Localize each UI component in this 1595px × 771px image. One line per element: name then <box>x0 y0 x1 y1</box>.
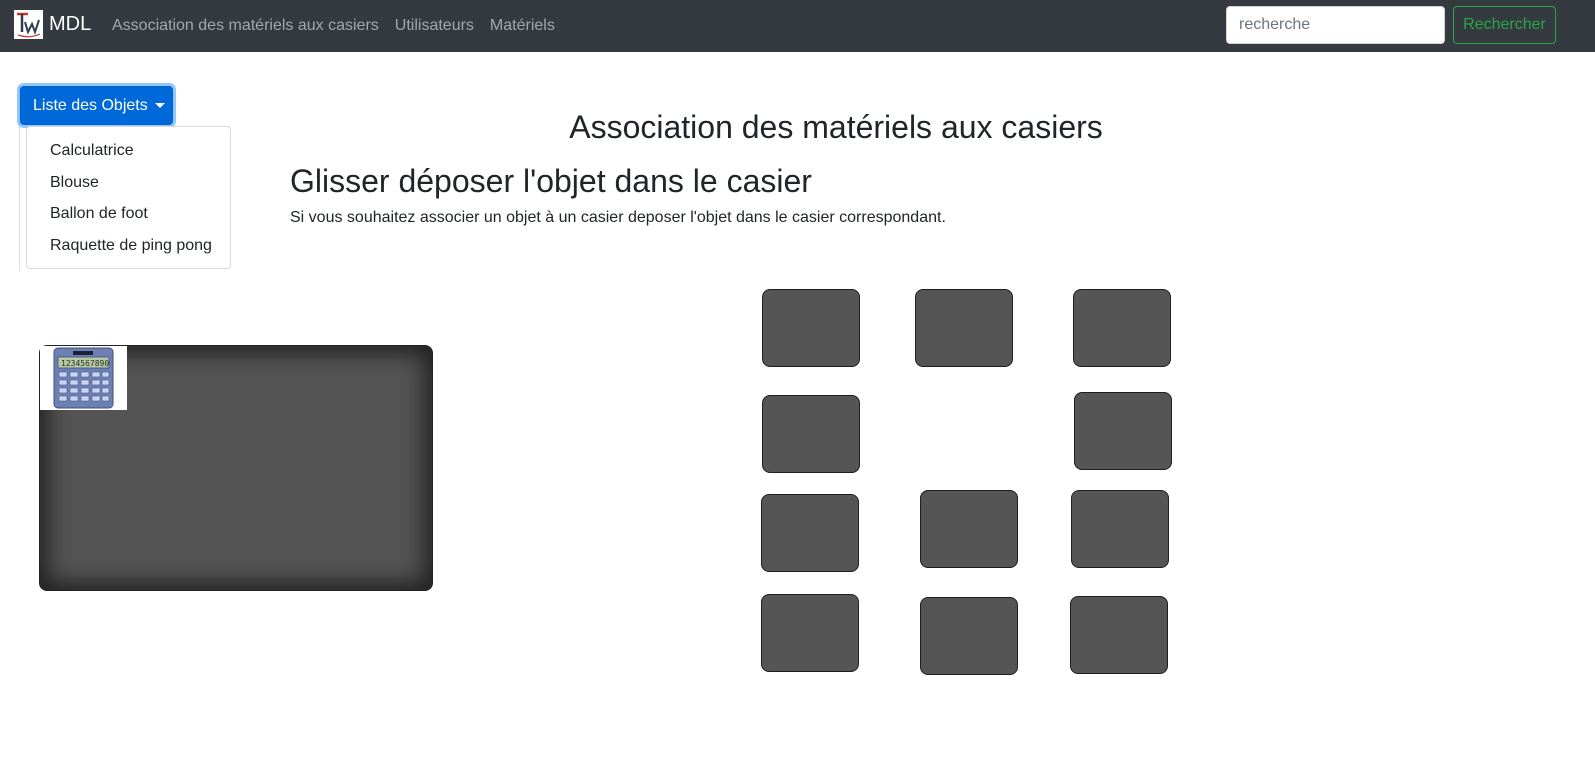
search-input[interactable] <box>1226 6 1445 44</box>
locker-slot[interactable] <box>920 597 1018 675</box>
locker-slot[interactable] <box>761 494 859 572</box>
nav-link-utilisateurs[interactable]: Utilisateurs <box>395 17 474 35</box>
svg-text:1234567890: 1234567890 <box>61 359 109 368</box>
caret-down-icon <box>154 103 165 108</box>
dropdown-item-ballon[interactable]: Ballon de foot <box>27 198 230 230</box>
dropdown-item-calculatrice[interactable]: Calculatrice <box>27 135 230 167</box>
brand-name: MDL <box>49 13 92 35</box>
nav-link-association[interactable]: Association des matériels aux casiers <box>112 17 379 35</box>
locker-slot[interactable] <box>920 490 1018 568</box>
page-title: Association des matériels aux casiers <box>569 109 1103 145</box>
locker-slot[interactable] <box>762 289 860 367</box>
objects-dropdown-menu: Calculatrice Blouse Ballon de foot Raque… <box>26 126 231 269</box>
section-heading: Glisser déposer l'objet dans le casier <box>290 163 812 199</box>
locker-slot[interactable] <box>915 289 1013 367</box>
locker-slot[interactable] <box>1074 392 1172 470</box>
brand-link[interactable]: MDL <box>14 10 91 39</box>
dropdown-item-blouse[interactable]: Blouse <box>27 167 230 199</box>
nav-link-materiels[interactable]: Matériels <box>490 17 555 35</box>
top-navbar: MDL Association des matériels aux casier… <box>0 0 1595 52</box>
nav-links: Association des matériels aux casiers Ut… <box>112 0 571 52</box>
locker-slot[interactable] <box>762 395 860 473</box>
locker-slot[interactable] <box>1070 596 1168 674</box>
search-button[interactable]: Rechercher <box>1453 6 1556 44</box>
objects-dropdown-label: Liste des Objets <box>33 96 148 114</box>
calculator-image[interactable]: 1234567890 <box>40 346 127 410</box>
dropdown-item-raquette[interactable]: Raquette de ping pong <box>27 230 230 262</box>
locker-slot[interactable] <box>1073 289 1171 367</box>
logo-icon <box>14 10 43 39</box>
instructions-text: Si vous souhaitez associer un objet à un… <box>290 209 946 226</box>
locker-slot[interactable] <box>761 594 859 672</box>
locker-slot[interactable] <box>1071 490 1169 568</box>
objects-dropdown-button[interactable]: Liste des Objets <box>20 86 173 125</box>
